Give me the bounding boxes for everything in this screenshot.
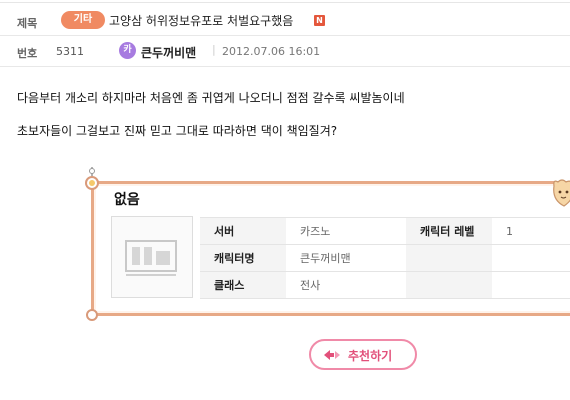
post-paragraph: 다음부터 개소리 하지마라 처음엔 좀 귀엽게 나오더니 점점 갈수록 씨발놈이… [17,91,405,105]
table-row: 캐릭터명 큰두꺼비맨 [200,244,570,272]
level-label: 캐릭터 레벨 [406,217,492,245]
server-label: 서버 [200,217,286,245]
table-row: 서버 카즈노 캐릭터 레벨 1 [200,217,570,245]
pin-bottom-icon [86,309,98,321]
level-value: 1 [492,217,570,245]
post-title: 고양삼 허위정보유포로 처벌요구했음 [109,14,294,28]
character-info-table: 서버 카즈노 캐릭터 레벨 1 캐릭터명 큰두꺼비맨 클래스 전사 [200,217,570,299]
server-value: 카즈노 [286,217,406,245]
title-label: 제목 [17,17,38,30]
author-level-icon: 카 [119,42,136,59]
post-paragraph: 초보자들이 그걸보고 진짜 믿고 그대로 따라하면 댁이 책임질겨? [17,124,338,138]
class-label: 클래스 [200,271,286,299]
author-name[interactable]: 큰두꺼비맨 [141,44,196,61]
empty-cell [492,271,570,299]
empty-cell [406,244,492,272]
category-badge[interactable]: 기타 [61,11,105,29]
meta-separator: | [212,43,216,56]
character-name-value: 큰두꺼비맨 [286,244,406,272]
mascot-icon [553,179,570,207]
empty-cell [406,271,492,299]
table-row: 클래스 전사 [200,271,570,299]
recommend-label: 추천하기 [348,349,393,363]
recommend-arrows-icon [324,350,340,360]
character-name-heading: 없음 [114,192,140,208]
number-label: 번호 [17,47,38,60]
character-name-label: 캐릭터명 [200,244,286,272]
class-value: 전사 [286,271,406,299]
character-thumbnail [111,216,193,298]
pin-icon [85,167,99,190]
top-divider [0,2,570,3]
placeholder-logo-icon [125,240,177,276]
new-icon: N [314,15,325,26]
recommend-button[interactable]: 추천하기 [309,339,417,370]
post-number: 5311 [56,45,84,58]
post-date: 2012.07.06 16:01 [222,45,321,58]
meta-row: 번호 5311 카 큰두꺼비맨 | 2012.07.06 16:01 [0,37,570,67]
empty-cell [492,244,570,272]
title-row: 제목 기타 고양삼 허위정보유포로 처벌요구했음 N [0,6,570,36]
